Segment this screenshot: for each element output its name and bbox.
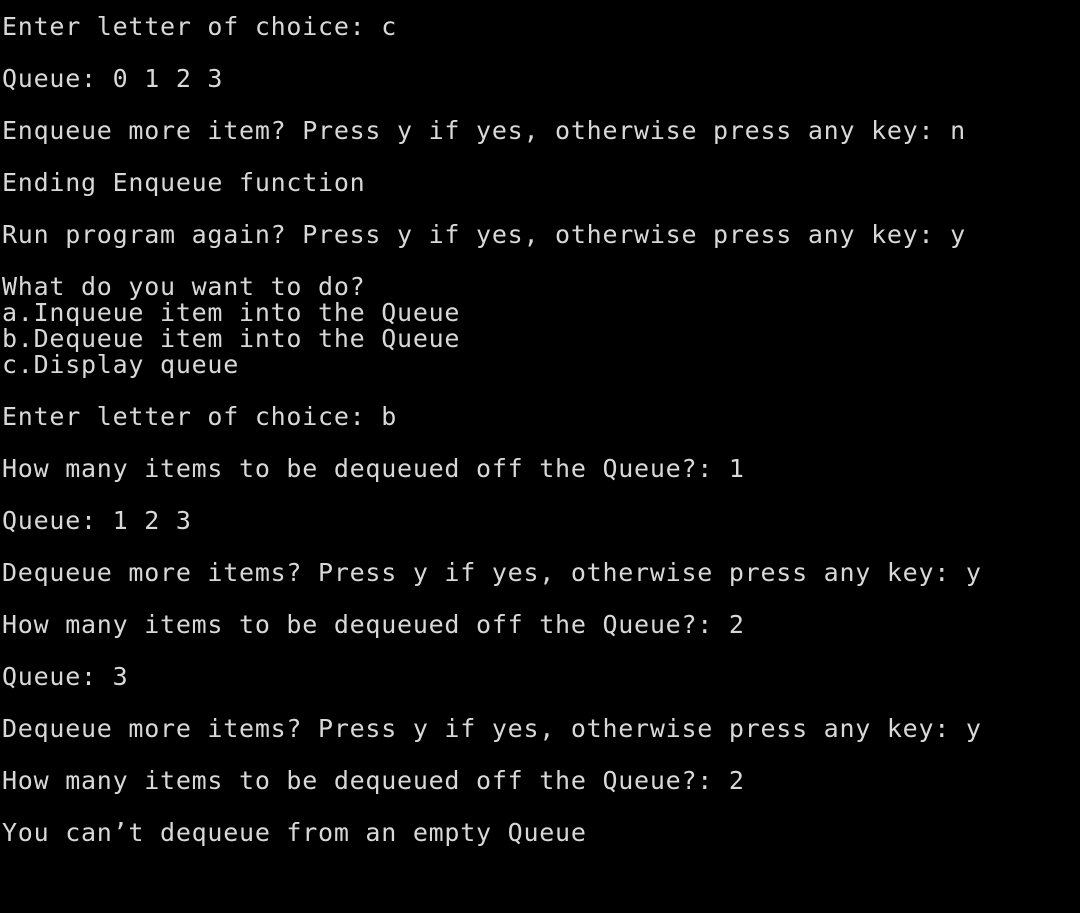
console-line: Ending Enqueue function bbox=[2, 168, 366, 197]
console-output-text: Enter letter of choice: c Queue: 0 1 2 3… bbox=[2, 14, 1080, 846]
console-line: Dequeue more items? Press y if yes, othe… bbox=[2, 714, 982, 743]
console-line: You can’t dequeue from an empty Queue bbox=[2, 818, 587, 847]
console-line: How many items to be dequeued off the Qu… bbox=[2, 454, 745, 483]
console-line: c.Display queue bbox=[2, 350, 240, 379]
console-line: a.Inqueue item into the Queue bbox=[2, 298, 461, 327]
console-line: Queue: 3 bbox=[2, 662, 129, 691]
console-line: Queue: 1 2 3 bbox=[2, 506, 192, 535]
console-line: b.Dequeue item into the Queue bbox=[2, 324, 461, 353]
console-line: Enter letter of choice: c bbox=[2, 12, 398, 41]
console-line: How many items to be dequeued off the Qu… bbox=[2, 610, 745, 639]
console-line: Enqueue more item? Press y if yes, other… bbox=[2, 116, 966, 145]
console-line: How many items to be dequeued off the Qu… bbox=[2, 766, 745, 795]
console-line: Dequeue more items? Press y if yes, othe… bbox=[2, 558, 982, 587]
console-line: What do you want to do? bbox=[2, 272, 366, 301]
console-line: Run program again? Press y if yes, other… bbox=[2, 220, 966, 249]
console-window[interactable]: Enter letter of choice: c Queue: 0 1 2 3… bbox=[0, 0, 1080, 913]
console-line: Queue: 0 1 2 3 bbox=[2, 64, 224, 93]
console-line: Enter letter of choice: b bbox=[2, 402, 398, 431]
